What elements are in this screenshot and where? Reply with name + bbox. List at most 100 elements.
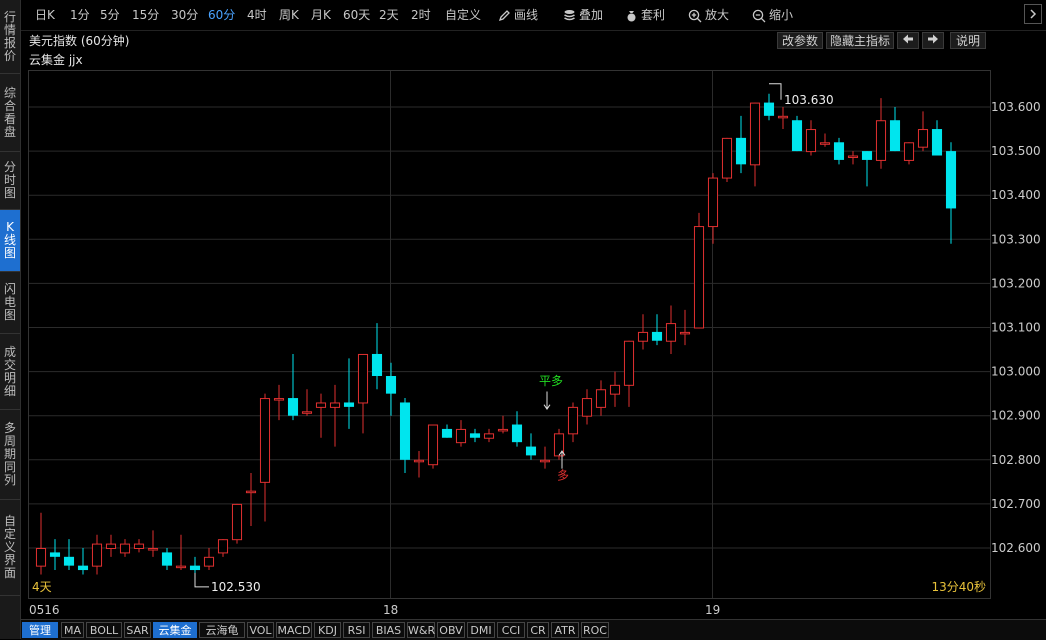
- arrow-left-icon: [903, 34, 913, 44]
- indicator-tab-3[interactable]: 云集金: [153, 622, 197, 638]
- overlay-button[interactable]: 叠加: [563, 0, 603, 30]
- candle-body: [945, 151, 957, 209]
- period-tab-7[interactable]: 周K: [279, 0, 299, 30]
- period-tab-12[interactable]: 自定义: [445, 0, 481, 30]
- candle-body: [833, 142, 845, 160]
- indicator-tab-1[interactable]: BOLL: [86, 622, 122, 638]
- zoom-in-button[interactable]: 放大: [688, 0, 729, 30]
- candle-body: [413, 459, 425, 463]
- indicator-tab-15[interactable]: ATR: [551, 622, 579, 638]
- candle-body: [119, 543, 131, 554]
- indicator-tab-2[interactable]: SAR: [124, 622, 151, 638]
- zoom-out-button[interactable]: 缩小: [752, 0, 793, 30]
- sidebar-item-7[interactable]: 自定义界面: [0, 500, 20, 596]
- candle-body: [217, 539, 229, 554]
- candle-body: [105, 543, 117, 549]
- candle-body: [161, 552, 173, 566]
- candle-body: [763, 102, 775, 116]
- period-tab-1[interactable]: 1分: [70, 0, 90, 30]
- period-tab-6[interactable]: 4时: [247, 0, 267, 30]
- next-button[interactable]: [922, 32, 944, 49]
- indicator-tab-5[interactable]: VOL: [247, 622, 274, 638]
- date-label: 19: [705, 603, 720, 617]
- sidebar-item-6[interactable]: 多周期同列: [0, 410, 20, 500]
- draw-line-button[interactable]: 画线: [498, 0, 538, 30]
- high-marker-line: [769, 83, 782, 100]
- candle-body: [371, 353, 383, 377]
- hide-main-indicator-button[interactable]: 隐藏主指标: [826, 32, 894, 49]
- candle-body: [511, 424, 523, 443]
- sidebar-item-1[interactable]: 综合看盘: [0, 74, 20, 152]
- indicator-tab-0[interactable]: MA: [61, 622, 84, 638]
- period-tab-8[interactable]: 月K: [311, 0, 331, 30]
- indicator-tab-14[interactable]: CR: [527, 622, 549, 638]
- candle-body: [679, 331, 691, 335]
- sidebar-item-char: 价: [3, 48, 16, 63]
- indicator-tab-4[interactable]: 云海龟: [199, 622, 245, 638]
- date-label: 0516: [29, 603, 60, 617]
- candle-body: [567, 406, 579, 435]
- chevron-right-icon: [1030, 9, 1037, 19]
- sidebar-item-char: 细: [3, 383, 16, 398]
- candle-body: [707, 177, 719, 228]
- sidebar-item-2[interactable]: 分时图: [0, 152, 20, 210]
- indicator-tab-8[interactable]: RSI: [343, 622, 370, 638]
- indicator-tab-6[interactable]: MACD: [276, 622, 312, 638]
- edit-params-button[interactable]: 改参数: [777, 32, 823, 49]
- toolbar-scroll-button[interactable]: [1024, 4, 1042, 24]
- sidebar-item-5[interactable]: 成交明细: [0, 334, 20, 410]
- candle-body: [343, 402, 355, 407]
- candle-body: [917, 129, 929, 148]
- period-tab-5[interactable]: 60分: [208, 0, 235, 30]
- sidebar-item-0[interactable]: 行情报价: [0, 0, 20, 74]
- indicator-tab-10[interactable]: W&R: [407, 622, 435, 638]
- y-tick-label: 103.400: [991, 188, 1041, 202]
- period-toolbar: 日K 1分 5分 15分 30分 60分 4时 周K 月K 60天 2天 2时 自定义 画线 叠加 套利…: [21, 0, 1046, 31]
- period-tab-3[interactable]: 15分: [132, 0, 159, 30]
- candle-body: [525, 446, 537, 456]
- indicator-tab-13[interactable]: CCI: [497, 622, 525, 638]
- low-price-label: 102.530: [211, 580, 261, 594]
- candle-body: [91, 543, 103, 567]
- sidebar-item-3[interactable]: K线图: [0, 210, 20, 272]
- sidebar-item-4[interactable]: 闪电图: [0, 272, 20, 334]
- candle-body: [133, 543, 145, 549]
- sidebar-item-char: 交: [3, 357, 16, 372]
- candle-body: [791, 120, 803, 152]
- candle-body: [483, 433, 495, 439]
- prev-button[interactable]: [897, 32, 919, 49]
- candle-body: [245, 490, 257, 494]
- candle-body: [805, 129, 817, 153]
- indicator-tab-9[interactable]: BIAS: [372, 622, 405, 638]
- candle-body: [329, 402, 341, 408]
- candlestick-chart[interactable]: 103.600 103.500 103.400 103.300 103.200 103.1…: [28, 70, 1046, 618]
- period-tab-11[interactable]: 2时: [411, 0, 431, 30]
- candle-body: [441, 428, 453, 438]
- candle-body: [651, 331, 663, 341]
- period-tab-9[interactable]: 60天: [343, 0, 370, 30]
- sidebar-item-char: 图: [3, 246, 16, 260]
- signal-flat-long: 平多: [539, 374, 563, 388]
- left-sidebar: 行情报价综合看盘分时图K线图闪电图成交明细多周期同列自定义界面: [0, 0, 21, 639]
- candle-body: [231, 503, 243, 541]
- manage-button[interactable]: 管理: [22, 622, 58, 638]
- zoom-out-label: 缩小: [769, 8, 794, 22]
- candle-body: [777, 115, 789, 119]
- indicator-tab-12[interactable]: DMI: [467, 622, 495, 638]
- period-tab-10[interactable]: 2天: [379, 0, 399, 30]
- candle-body: [623, 340, 635, 386]
- indicator-tab-16[interactable]: ROC: [581, 622, 609, 638]
- indicator-tab-11[interactable]: OBV: [437, 622, 465, 638]
- indicator-tab-7[interactable]: KDJ: [314, 622, 341, 638]
- candle-body: [693, 226, 705, 329]
- y-tick-label: 102.600: [991, 541, 1041, 555]
- y-tick-label: 103.600: [991, 100, 1041, 114]
- period-tab-0[interactable]: 日K: [35, 0, 55, 30]
- help-button[interactable]: 说明: [950, 32, 986, 49]
- zoom-in-icon: [688, 9, 702, 22]
- arbitrage-button[interactable]: 套利: [625, 0, 665, 30]
- sidebar-item-char: 合: [3, 98, 16, 113]
- period-tab-2[interactable]: 5分: [100, 0, 120, 30]
- period-tab-4[interactable]: 30分: [171, 0, 198, 30]
- high-price-label: 103.630: [784, 93, 834, 107]
